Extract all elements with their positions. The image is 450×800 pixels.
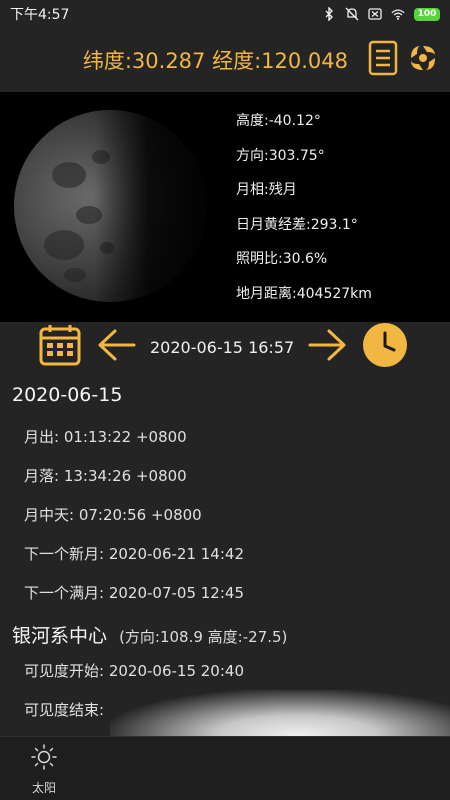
- status-bar: 下午4:57 100: [0, 0, 450, 28]
- arrow-left-icon: [96, 328, 136, 366]
- current-date-label[interactable]: 2020-06-15 16:57: [150, 338, 294, 357]
- details-date-heading: 2020-06-15: [12, 384, 123, 406]
- calendar-button[interactable]: [38, 323, 82, 371]
- tab-sun[interactable]: 太阳: [18, 743, 70, 796]
- bluetooth-icon: [322, 7, 336, 21]
- galaxy-swirl-icon: [407, 42, 439, 78]
- moon-distance: 地月距离:404527km: [236, 285, 372, 302]
- bottom-tab-bar: 太阳: [0, 736, 450, 800]
- visibility-start-row: 可见度开始: 2020-06-15 20:40: [24, 662, 244, 680]
- date-navigation: 2020-06-15 16:57: [0, 322, 450, 372]
- moonset-row: 月落: 13:34:26 +0800: [24, 467, 187, 485]
- arrow-right-icon: [308, 328, 348, 366]
- status-time: 下午4:57: [10, 7, 70, 23]
- moon-azimuth: 方向:303.75°: [236, 147, 325, 164]
- status-icons: 100: [322, 7, 440, 21]
- tab-sun-label: 太阳: [31, 781, 56, 795]
- galactic-center-position: (方向:108.9 高度:-27.5): [119, 628, 288, 646]
- visibility-end-row: 可见度结束:: [24, 701, 105, 719]
- calendar-icon: [38, 323, 82, 371]
- moon-info-list: 高度:-40.12° 方向:303.75° 月相:残月 日月黄经差:293.1°…: [236, 104, 372, 311]
- sim-off-icon: [368, 7, 382, 21]
- coordinates-label: 纬度:30.287 经度:120.048: [82, 49, 348, 73]
- galactic-center-heading: 银河系中心 (方向:108.9 高度:-27.5): [12, 621, 287, 648]
- moon-illumination: 照明比:30.6%: [236, 251, 328, 267]
- current-time-button[interactable]: [362, 322, 408, 372]
- moon-elongation: 日月黄经差:293.1°: [236, 216, 358, 233]
- next-date-button[interactable]: [308, 328, 348, 366]
- moon-altitude: 高度:-40.12°: [236, 113, 321, 129]
- moonrise-row: 月出: 01:13:22 +0800: [24, 428, 187, 446]
- galaxy-button[interactable]: [406, 41, 440, 79]
- document-icon: [368, 40, 398, 80]
- moon-panel: 高度:-40.12° 方向:303.75° 月相:残月 日月黄经差:293.1°…: [0, 92, 450, 322]
- header: 纬度:30.287 经度:120.048: [0, 28, 450, 92]
- clock-icon: [362, 322, 408, 372]
- sun-icon: [30, 743, 58, 775]
- galactic-center-title: 银河系中心: [12, 625, 108, 647]
- previous-date-button[interactable]: [96, 328, 136, 366]
- mute-icon: [345, 7, 359, 21]
- moon-phase: 月相:残月: [236, 182, 297, 198]
- next-new-moon-row: 下一个新月: 2020-06-21 14:42: [24, 545, 244, 563]
- moon-image: [14, 110, 206, 302]
- next-full-moon-row: 下一个满月: 2020-07-05 12:45: [24, 584, 244, 602]
- document-button[interactable]: [366, 40, 400, 80]
- battery-icon: 100: [414, 7, 440, 21]
- transit-row: 月中天: 07:20:56 +0800: [24, 506, 202, 524]
- wifi-icon: [391, 7, 405, 21]
